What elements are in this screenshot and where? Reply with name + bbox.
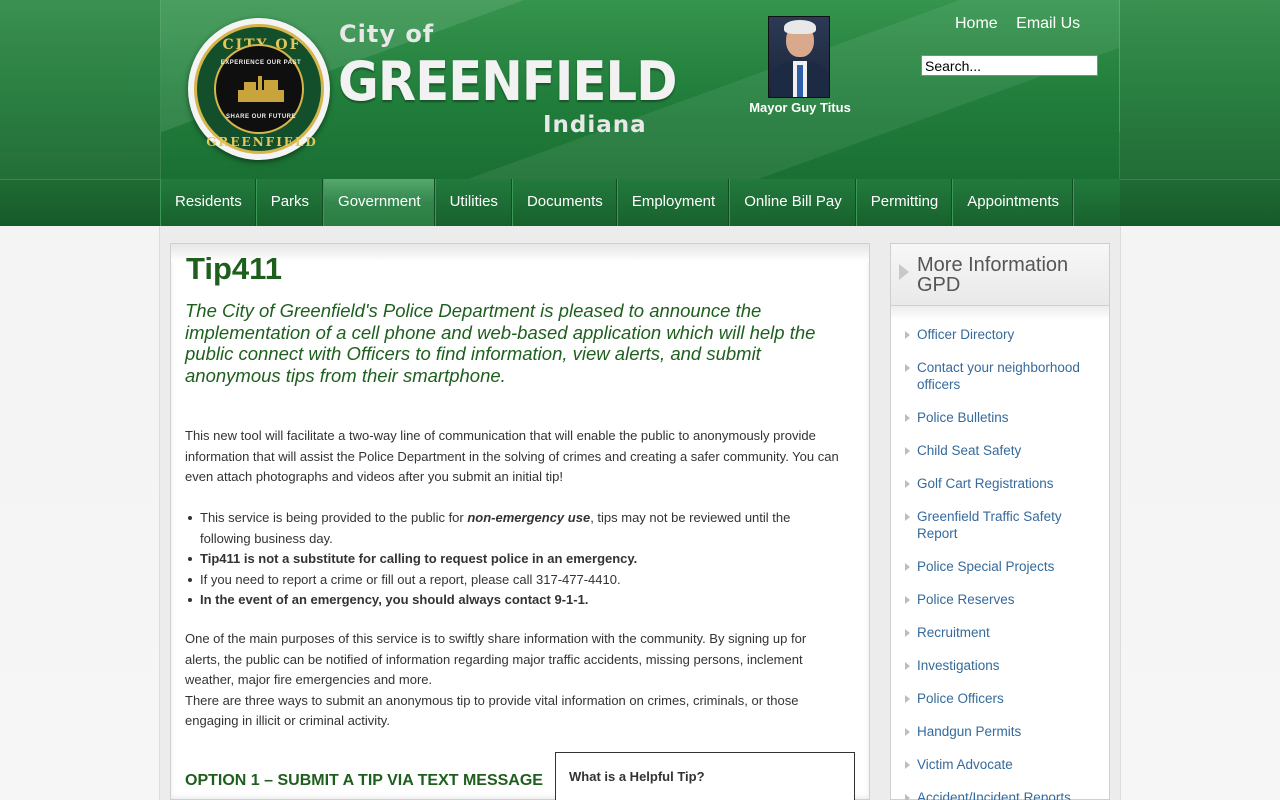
sidebar-shade [891,306,1109,320]
nav-item-employment[interactable]: Employment [618,179,731,226]
nav-item-residents[interactable]: Residents [161,179,257,226]
mayor-photo-tie [797,65,803,97]
seal-emblem-icon [238,76,284,102]
sidebar-item-handgun-permits[interactable]: Handgun Permits [905,723,1095,740]
sidebar-item-police-reserves[interactable]: Police Reserves [905,591,1095,608]
home-link[interactable]: Home [955,15,998,32]
wordmark-city-of: City of [339,20,435,48]
notice-list: This service is being provided to the pu… [188,508,840,611]
purpose-paragraph: One of the main purposes of this service… [185,629,840,732]
sidebar-title: More Information GPD [917,254,1069,296]
nav-item-parks[interactable]: Parks [257,179,325,226]
sidebar-item-investigations[interactable]: Investigations [905,657,1095,674]
sidebar-item-special-projects[interactable]: Police Special Projects [905,558,1095,575]
sidebar-item-police-officers[interactable]: Police Officers [905,690,1095,707]
wordmark-city-name[interactable]: GREENFIELD [338,50,677,113]
list-item: Tip411 is not a substitute for calling t… [188,549,840,570]
sidebar-item-golf-cart-registrations[interactable]: Golf Cart Registrations [905,475,1095,492]
seal-bottom-text: GREENFIELD [206,135,318,149]
purpose-text: One of the main purposes of this service… [185,631,807,687]
seal-center: EXPERIENCE OUR PAST SHARE OUR FUTURE [214,44,304,134]
sidebar-item-child-seat-safety[interactable]: Child Seat Safety [905,442,1095,459]
list-item: If you need to report a crime or fill ou… [188,570,840,591]
seal-motto-bottom: SHARE OUR FUTURE [225,114,296,120]
search-input[interactable] [921,55,1098,76]
nav-item-government[interactable]: Government [324,179,436,226]
list-item: In the event of an emergency, you should… [188,590,840,611]
page-title: Tip411 [186,251,282,286]
main-nav: Residents Parks Government Utilities Doc… [160,179,1120,226]
sidebar-item-recruitment[interactable]: Recruitment [905,624,1095,641]
sidebar-item-victim-advocate[interactable]: Victim Advocate [905,756,1095,773]
mayor-caption[interactable]: Mayor Guy Titus [740,100,860,115]
top-links: Home Email Us [955,15,1094,33]
mayor-photo-hair [784,20,816,34]
sidebar-item-accident-reports[interactable]: Accident/Incident Reports [905,789,1095,800]
sidebar-item-traffic-safety-report[interactable]: Greenfield Traffic Safety Report [905,508,1095,542]
list-item: This service is being provided to the pu… [188,508,840,549]
nav-item-documents[interactable]: Documents [513,179,618,226]
ways-text: There are three ways to submit an anonym… [185,692,799,729]
bullet-emphasis: non-emergency use [467,510,591,525]
helpful-tip-box: What is a Helpful Tip? [555,752,855,800]
bullet-text-pre: This service is being provided to the pu… [200,510,468,525]
nav-item-online-bill-pay[interactable]: Online Bill Pay [730,179,857,226]
email-us-link[interactable]: Email Us [1016,15,1080,32]
seal-ring: CITY OF EXPERIENCE OUR PAST SHARE OUR FU… [194,24,324,154]
city-seal-logo[interactable]: CITY OF EXPERIENCE OUR PAST SHARE OUR FU… [188,18,330,160]
sidebar-header-arrow-icon [899,264,909,280]
sidebar-item-officer-directory[interactable]: Officer Directory [905,326,1095,343]
nav-item-utilities[interactable]: Utilities [436,179,513,226]
intro-paragraph: This new tool will facilitate a two-way … [185,428,839,484]
mayor-photo[interactable] [768,16,830,98]
sidebar-links: Officer Directory Contact your neighborh… [905,326,1095,800]
sidebar-item-police-bulletins[interactable]: Police Bulletins [905,409,1095,426]
sidebar-item-neighborhood-officers[interactable]: Contact your neighborhood officers [905,359,1095,393]
lead-paragraph: The City of Greenfield's Police Departme… [185,300,816,386]
option-1-heading: OPTION 1 – SUBMIT A TIP VIA TEXT MESSAGE [185,772,543,789]
seal-motto-top: EXPERIENCE OUR PAST [220,60,302,66]
nav-item-appointments[interactable]: Appointments [953,179,1074,226]
wordmark-state: Indiana [543,112,647,138]
nav-item-permitting[interactable]: Permitting [857,179,954,226]
helpful-tip-title: What is a Helpful Tip? [569,769,705,784]
